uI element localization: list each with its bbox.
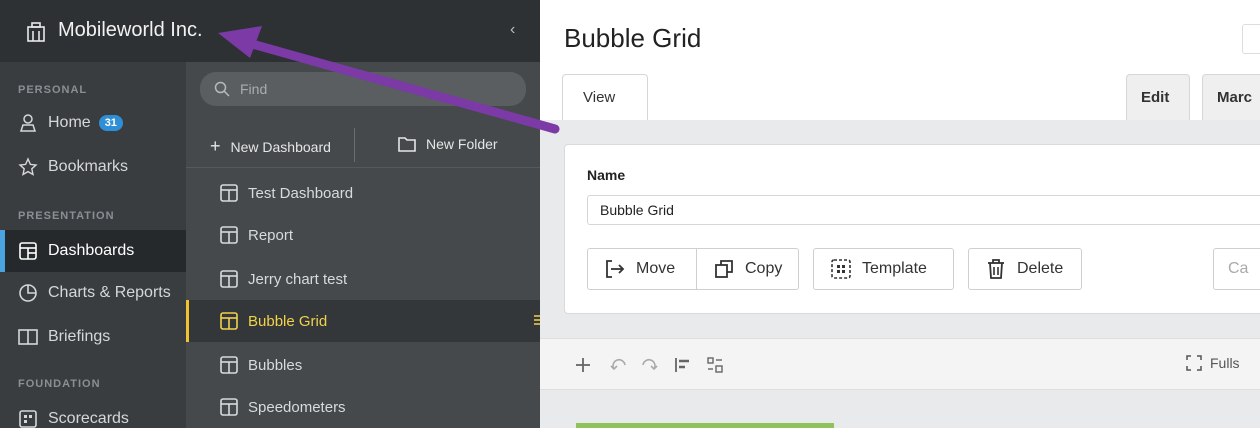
trash-icon bbox=[988, 259, 1004, 279]
nav-home-label: Home bbox=[48, 114, 91, 131]
delete-label: Delete bbox=[1017, 260, 1064, 277]
dashboard-icon bbox=[220, 356, 238, 374]
main-nav: PERSONAL Home 31 Bookmarks PRESENTATION … bbox=[0, 62, 186, 428]
nav-item-home[interactable]: Home 31 bbox=[0, 102, 186, 144]
dashboard-icon bbox=[220, 184, 238, 202]
move-button[interactable]: Move bbox=[587, 248, 697, 290]
nav-item-bookmarks[interactable]: Bookmarks bbox=[0, 146, 186, 188]
header-action-button[interactable] bbox=[1242, 24, 1260, 54]
dashboard-item[interactable]: Bubbles bbox=[186, 344, 540, 386]
dashboard-item[interactable]: Test Dashboard bbox=[186, 172, 540, 214]
fullscreen-label: Fulls bbox=[1210, 355, 1240, 371]
edit-card: Name Bubble Grid Move Copy Template Dele… bbox=[564, 144, 1260, 314]
folder-icon bbox=[398, 137, 416, 152]
pie-chart-icon bbox=[19, 284, 37, 302]
dashboard-item-label: Report bbox=[248, 226, 294, 244]
tab-more[interactable]: Marc bbox=[1202, 74, 1260, 120]
search-input[interactable]: Find bbox=[200, 72, 526, 106]
new-dashboard-label: New Dashboard bbox=[230, 138, 331, 155]
template-icon bbox=[831, 259, 851, 279]
dashboard-item-selected[interactable]: Bubble Grid bbox=[186, 300, 540, 342]
nav-item-briefings[interactable]: Briefings bbox=[0, 316, 186, 358]
nav-bookmarks-label: Bookmarks bbox=[48, 158, 129, 175]
new-folder-button[interactable]: New Folder bbox=[398, 136, 498, 152]
search-placeholder: Find bbox=[240, 81, 268, 97]
page-title: Bubble Grid bbox=[564, 23, 702, 53]
dashboard-icon bbox=[19, 242, 37, 260]
dashboard-item-label: Jerry chart test bbox=[248, 270, 348, 288]
star-icon bbox=[18, 157, 38, 176]
tab-view[interactable]: View bbox=[562, 74, 648, 120]
dashboard-item[interactable]: Jerry chart test bbox=[186, 258, 540, 300]
align-left-icon[interactable] bbox=[674, 356, 692, 374]
section-presentation: PRESENTATION bbox=[18, 210, 115, 222]
template-label: Template bbox=[862, 260, 927, 277]
name-field[interactable]: Bubble Grid bbox=[587, 195, 1260, 225]
move-label: Move bbox=[636, 260, 676, 277]
copy-label: Copy bbox=[745, 260, 783, 277]
notification-badge: 31 bbox=[98, 115, 123, 131]
dashboard-item-label: Speedometers bbox=[248, 398, 346, 416]
nav-briefings-label: Briefings bbox=[48, 328, 111, 345]
dashboard-item-label: Test Dashboard bbox=[248, 184, 354, 202]
delete-button[interactable]: Delete bbox=[968, 248, 1082, 290]
org-header: Mobileworld Inc. ‹ bbox=[0, 0, 540, 62]
dashboard-icon bbox=[220, 312, 238, 330]
person-icon bbox=[19, 114, 37, 132]
widget-preview-strip bbox=[576, 423, 834, 428]
add-icon[interactable] bbox=[574, 356, 592, 374]
tab-edit[interactable]: Edit bbox=[1126, 74, 1190, 120]
template-button[interactable]: Template bbox=[813, 248, 954, 290]
redo-icon[interactable] bbox=[640, 356, 658, 374]
dashboard-item-label: Bubble Grid bbox=[248, 312, 328, 330]
nav-item-scorecards[interactable]: Scorecards bbox=[0, 398, 186, 428]
plus-icon: + bbox=[210, 136, 221, 156]
fullscreen-button[interactable]: Fulls bbox=[1186, 355, 1240, 371]
dashboard-icon bbox=[220, 270, 238, 288]
undo-icon[interactable] bbox=[610, 356, 628, 374]
nav-scorecards-label: Scorecards bbox=[48, 410, 129, 427]
arrange-icon[interactable] bbox=[706, 356, 724, 374]
scorecard-icon bbox=[19, 410, 37, 428]
dashboard-item[interactable]: Speedometers bbox=[186, 386, 540, 428]
name-label: Name bbox=[587, 167, 626, 183]
search-icon bbox=[214, 81, 230, 97]
new-folder-label: New Folder bbox=[426, 136, 498, 152]
org-name[interactable]: Mobileworld Inc. bbox=[58, 19, 203, 42]
nav-dashboards-label: Dashboards bbox=[48, 242, 135, 259]
move-icon bbox=[606, 260, 625, 278]
cancel-button[interactable]: Ca bbox=[1213, 248, 1260, 290]
dashboard-list-panel: Find + New Dashboard New Folder Test Das… bbox=[186, 62, 540, 428]
dashboard-icon bbox=[220, 226, 238, 244]
divider bbox=[354, 128, 355, 162]
section-foundation: FOUNDATION bbox=[18, 378, 101, 390]
nav-item-charts-reports[interactable]: Charts & Reports bbox=[0, 272, 186, 314]
building-icon bbox=[27, 22, 45, 42]
new-dashboard-button[interactable]: + New Dashboard bbox=[210, 136, 331, 157]
collapse-sidebar-icon[interactable]: ‹ bbox=[510, 21, 515, 39]
main-content: Bubble Grid View Edit Marc Name Bubble G… bbox=[540, 0, 1260, 428]
dashboard-item-label: Bubbles bbox=[248, 356, 303, 374]
fullscreen-icon bbox=[1186, 355, 1202, 371]
dashboard-icon bbox=[220, 398, 238, 416]
section-personal: PERSONAL bbox=[18, 84, 88, 96]
copy-icon bbox=[715, 260, 733, 278]
dashboard-item[interactable]: Report bbox=[186, 214, 540, 256]
nav-item-dashboards[interactable]: Dashboards bbox=[0, 230, 186, 272]
book-icon bbox=[18, 329, 38, 345]
panel-actions: + New Dashboard New Folder bbox=[186, 122, 540, 168]
nav-charts-label: Charts & Reports bbox=[48, 284, 171, 301]
copy-button[interactable]: Copy bbox=[696, 248, 799, 290]
dashboard-toolbar: Fulls bbox=[540, 338, 1260, 390]
